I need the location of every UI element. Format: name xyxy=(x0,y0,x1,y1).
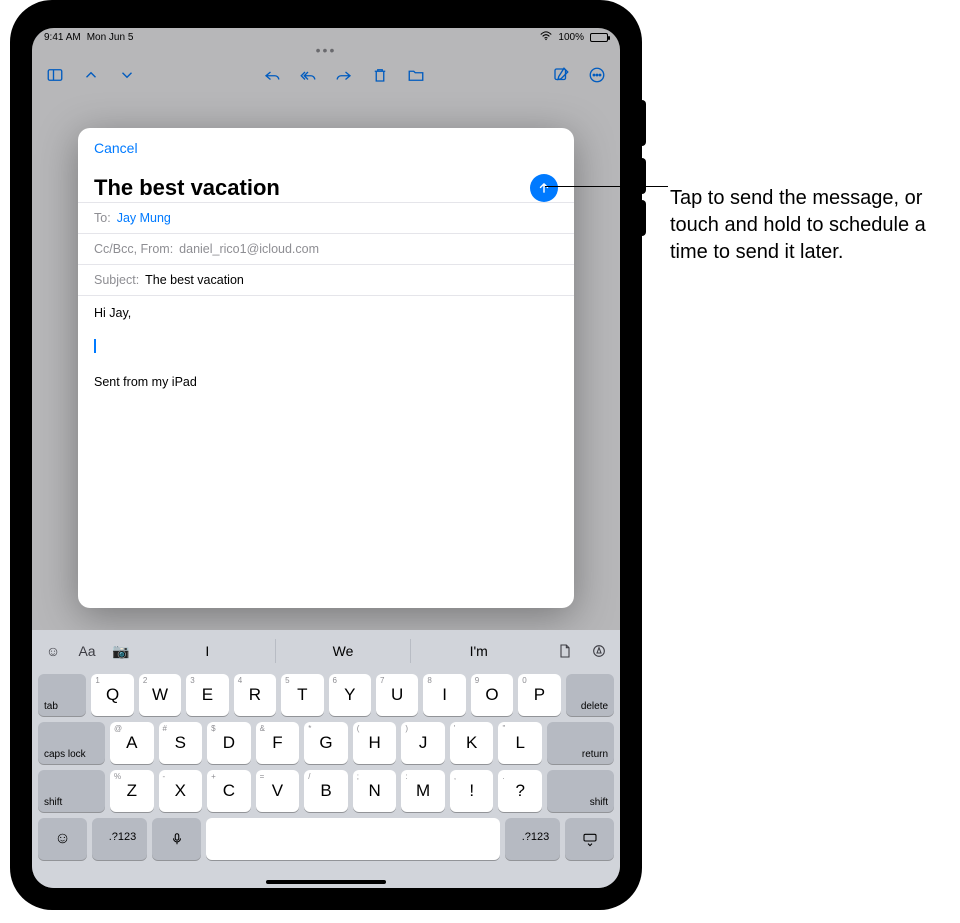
volume-down-button xyxy=(638,200,646,236)
ipad-device: 9:41 AM Mon Jun 5 100% ••• xyxy=(10,0,642,910)
compose-title: The best vacation xyxy=(94,175,280,201)
prediction-1[interactable]: We xyxy=(275,639,411,663)
key-shift-left[interactable]: shift xyxy=(38,770,105,812)
key-return[interactable]: return xyxy=(547,722,614,764)
text-cursor xyxy=(94,339,96,353)
key-O[interactable]: 9O xyxy=(471,674,513,716)
key-W[interactable]: 2W xyxy=(139,674,181,716)
markup-icon[interactable] xyxy=(584,643,614,659)
key-K[interactable]: 'K xyxy=(450,722,494,764)
prediction-0[interactable]: I xyxy=(140,639,275,663)
to-field[interactable]: To: Jay Mung xyxy=(78,202,574,233)
key-X[interactable]: -X xyxy=(159,770,203,812)
key-Q[interactable]: 1Q xyxy=(91,674,133,716)
key-D[interactable]: $D xyxy=(207,722,251,764)
key-dictation[interactable] xyxy=(152,818,201,860)
key-![interactable]: ,! xyxy=(450,770,494,812)
key-A[interactable]: @A xyxy=(110,722,154,764)
compose-body[interactable]: Hi Jay, Sent from my iPad xyxy=(78,295,574,608)
key-B[interactable]: /B xyxy=(304,770,348,812)
keyboard-toolbar: ☺ Aa 📷 IWeI'm xyxy=(38,634,614,668)
body-greeting: Hi Jay, xyxy=(94,306,558,320)
power-button xyxy=(638,100,646,146)
emoji-search-icon[interactable]: ☺ xyxy=(38,643,68,659)
send-button[interactable] xyxy=(530,174,558,202)
key-L[interactable]: "L xyxy=(498,722,542,764)
key-S[interactable]: #S xyxy=(159,722,203,764)
attachment-icon[interactable] xyxy=(550,643,580,659)
key-numsym-right[interactable]: .?123 xyxy=(505,818,560,860)
key-G[interactable]: *G xyxy=(304,722,348,764)
key-R[interactable]: 4R xyxy=(234,674,276,716)
key-shift-right[interactable]: shift xyxy=(547,770,614,812)
key-P[interactable]: 0P xyxy=(518,674,560,716)
key-space[interactable] xyxy=(206,818,500,860)
key-M[interactable]: :M xyxy=(401,770,445,812)
subject-label: Subject: xyxy=(94,273,139,287)
key-Y[interactable]: 6Y xyxy=(329,674,371,716)
onscreen-keyboard: ☺ Aa 📷 IWeI'm tab 1Q2W3E4R5T6Y7U8I9O0Pde… xyxy=(32,630,620,888)
key-C[interactable]: +C xyxy=(207,770,251,812)
subject-value: The best vacation xyxy=(145,273,244,287)
key-numsym-left[interactable]: .?123 xyxy=(92,818,147,860)
arrow-up-icon xyxy=(537,181,551,195)
key-T[interactable]: 5T xyxy=(281,674,323,716)
key-hide-keyboard[interactable] xyxy=(565,818,614,860)
key-V[interactable]: =V xyxy=(256,770,300,812)
cancel-button[interactable]: Cancel xyxy=(94,140,558,156)
prediction-2[interactable]: I'm xyxy=(410,639,546,663)
key-?[interactable]: .? xyxy=(498,770,542,812)
volume-up-button xyxy=(638,158,646,194)
key-E[interactable]: 3E xyxy=(186,674,228,716)
cc-label: Cc/Bcc, From: xyxy=(94,242,173,256)
compose-sheet: Cancel The best vacation To: Jay Mung Cc… xyxy=(78,128,574,608)
key-Z[interactable]: %Z xyxy=(110,770,154,812)
subject-field[interactable]: Subject: The best vacation xyxy=(78,264,574,295)
camera-scan-icon[interactable]: 📷 xyxy=(106,643,136,660)
key-H[interactable]: (H xyxy=(353,722,397,764)
key-N[interactable]: ;N xyxy=(353,770,397,812)
screen: 9:41 AM Mon Jun 5 100% ••• xyxy=(32,28,620,888)
key-delete[interactable]: delete xyxy=(566,674,614,716)
key-U[interactable]: 7U xyxy=(376,674,418,716)
key-globe-emoji[interactable]: ☺ xyxy=(38,818,87,860)
key-caps-lock[interactable]: caps lock xyxy=(38,722,105,764)
key-J[interactable]: )J xyxy=(401,722,445,764)
keyboard-bottom-row: ☺ .?123 .?123 xyxy=(38,818,614,860)
key-tab[interactable]: tab xyxy=(38,674,86,716)
key-F[interactable]: &F xyxy=(256,722,300,764)
key-I[interactable]: 8I xyxy=(423,674,465,716)
text-format-icon[interactable]: Aa xyxy=(72,643,102,659)
body-signature: Sent from my iPad xyxy=(94,375,558,389)
from-value: daniel_rico1@icloud.com xyxy=(179,242,319,256)
home-indicator[interactable] xyxy=(266,880,386,884)
to-label: To: xyxy=(94,211,111,225)
callout-text: Tap to send the message, or touch and ho… xyxy=(670,185,940,266)
cc-bcc-from-field[interactable]: Cc/Bcc, From: daniel_rico1@icloud.com xyxy=(78,233,574,264)
callout-leader-line xyxy=(545,186,668,187)
to-value: Jay Mung xyxy=(117,211,171,225)
